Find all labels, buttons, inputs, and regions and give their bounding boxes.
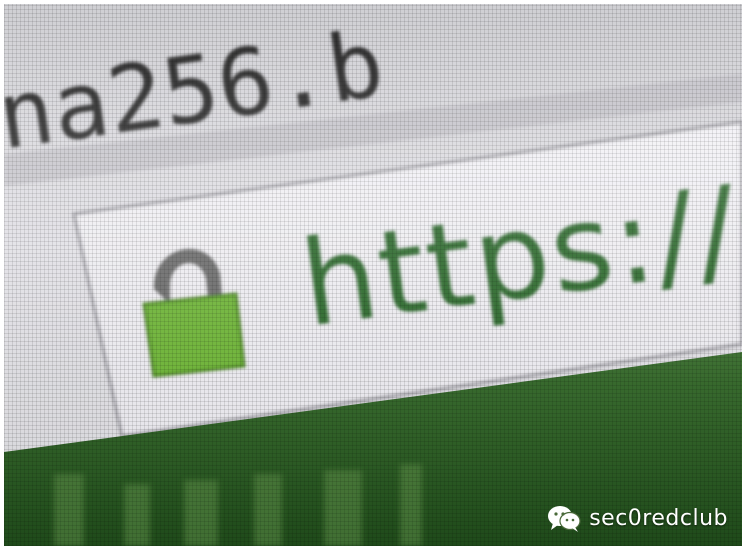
screen-photo: na256.b https://s: [4, 4, 742, 546]
screen-scene: na256.b https://s: [4, 4, 742, 546]
photo-frame: na256.b https://s sec0redclub: [0, 0, 746, 550]
